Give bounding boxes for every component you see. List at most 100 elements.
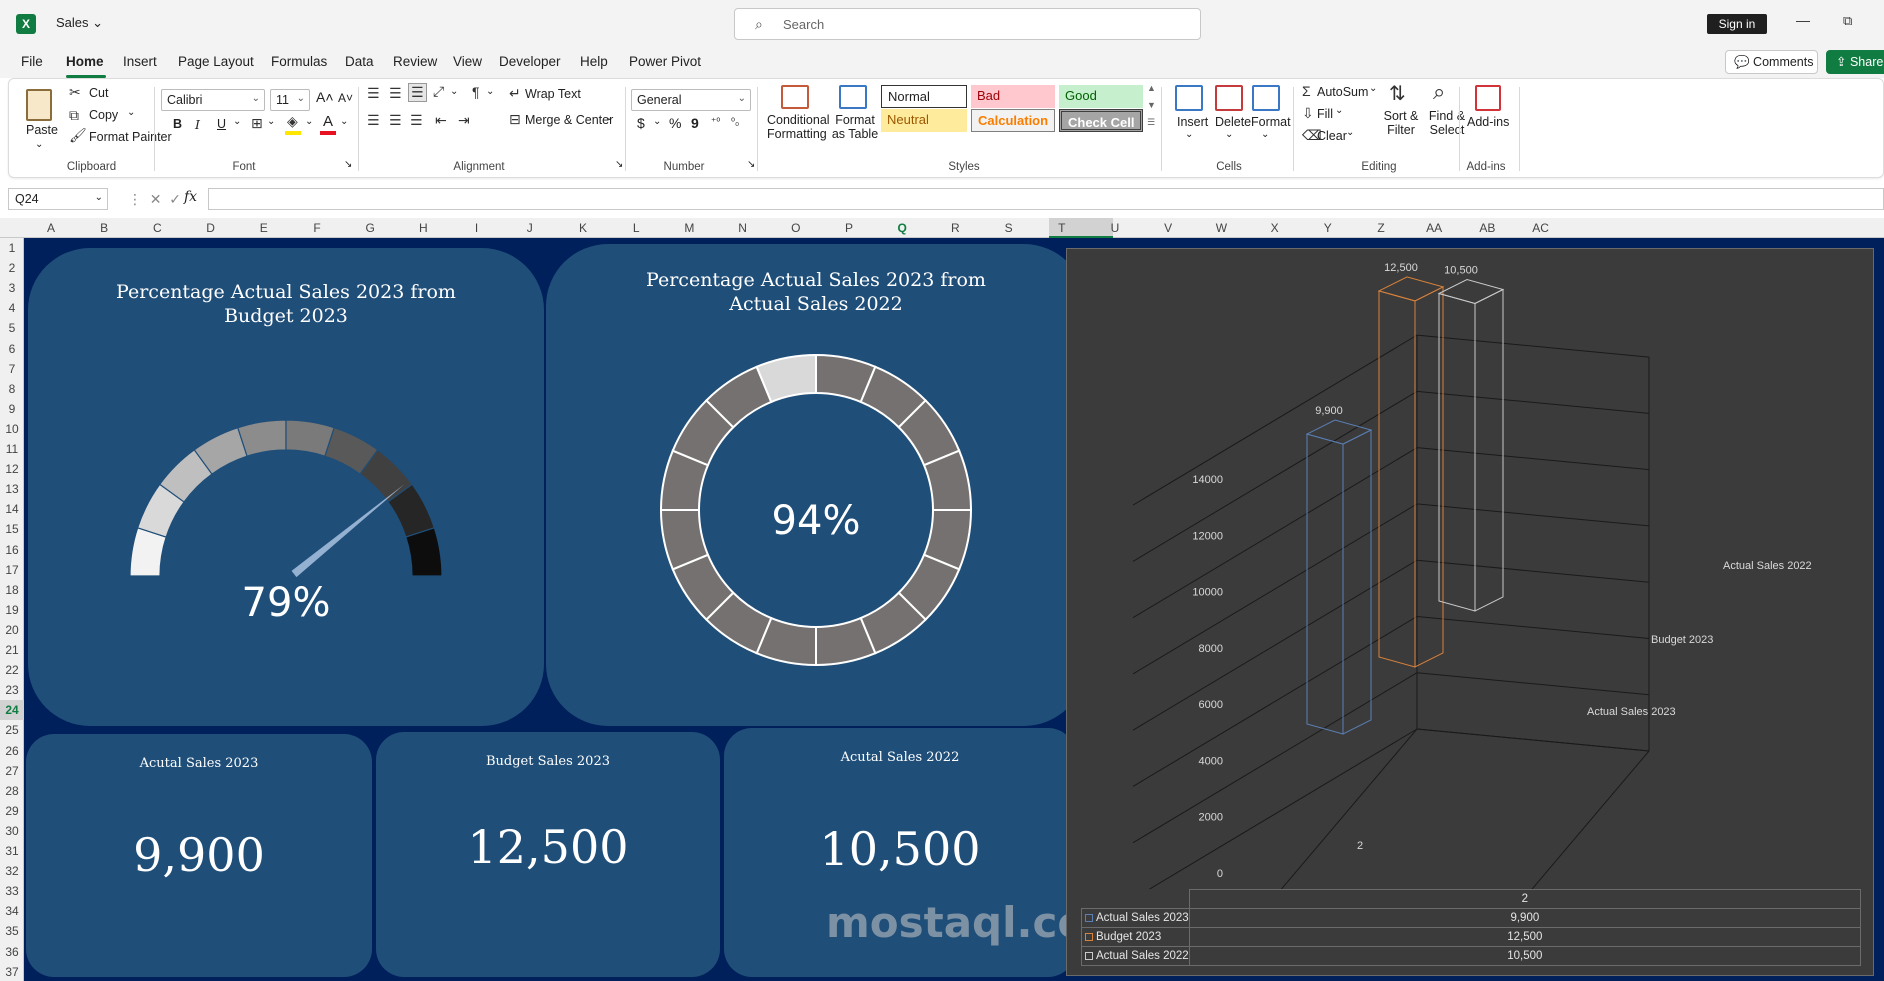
format-cells-button[interactable]: Format [1251,115,1291,129]
italic-button[interactable]: I [195,117,200,132]
increase-font-icon[interactable]: A˄ [316,89,334,105]
document-title[interactable]: Sales ⌄ [56,15,103,31]
tab-page-layout[interactable]: Page Layout [178,54,254,69]
tab-developer[interactable]: Developer [499,54,561,69]
text-direction-dropdown-icon[interactable]: ⌄ [486,86,494,97]
wrap-text-button[interactable]: Wrap Text [525,87,581,101]
row-header-12[interactable]: 12 [0,459,24,479]
row-header-10[interactable]: 10 [0,419,24,439]
styles-scroll-down-icon[interactable]: ▼ [1147,100,1156,110]
styles-scroll-up-icon[interactable]: ▲ [1147,83,1156,93]
style-normal[interactable]: Normal [881,85,967,108]
text-direction-icon[interactable]: ¶ [472,84,480,100]
tab-insert[interactable]: Insert [123,54,157,69]
row-header-30[interactable]: 30 [0,821,24,841]
align-bottom-icon[interactable]: ☰ [408,83,427,102]
underline-button[interactable]: U [217,117,226,131]
align-top-icon[interactable]: ☰ [367,85,380,102]
increase-decimal-icon[interactable]: ⁺⁰ [711,117,720,128]
orientation-dropdown-icon[interactable]: ⌄ [450,86,458,97]
row-header-15[interactable]: 15 [0,519,24,539]
fill-color-icon[interactable]: ◈ [287,113,298,130]
row-header-37[interactable]: 37 [0,962,24,981]
clear-dropdown-icon[interactable]: ⌄ [1346,127,1354,138]
increase-indent-icon[interactable]: ⇥ [458,112,470,129]
currency-dropdown-icon[interactable]: ⌄ [653,116,661,127]
currency-button[interactable]: $ [637,115,645,131]
row-header-27[interactable]: 27 [0,761,24,781]
row-header-9[interactable]: 9 [0,399,24,419]
gauge-panel[interactable]: Percentage Actual Sales 2023 from Budget… [28,248,544,726]
borders-icon[interactable]: ⊞ [251,115,263,132]
tab-view[interactable]: View [453,54,482,69]
row-header-1[interactable]: 1 [0,238,24,258]
borders-dropdown-icon[interactable]: ⌄ [267,116,275,127]
clear-button[interactable]: Clear [1317,129,1347,143]
delete-cells-button[interactable]: Delete [1215,115,1251,129]
orientation-icon[interactable]: ⤢ [433,83,444,100]
row-header-3[interactable]: 3 [0,278,24,298]
row-header-34[interactable]: 34 [0,901,24,921]
row-header-36[interactable]: 36 [0,942,24,962]
tab-review[interactable]: Review [393,54,437,69]
row-header-2[interactable]: 2 [0,258,24,278]
row-header-20[interactable]: 20 [0,620,24,640]
cut-button[interactable]: Cut [89,86,108,100]
formula-input[interactable] [208,188,1884,210]
row-header-25[interactable]: 25 [0,720,24,740]
row-header-19[interactable]: 19 [0,600,24,620]
conditional-formatting-button[interactable]: Conditional Formatting [767,113,830,141]
fill-dropdown-icon[interactable]: ⌄ [1335,105,1343,116]
donut-panel[interactable]: Percentage Actual Sales 2023 from Actual… [546,244,1086,726]
tab-formulas[interactable]: Formulas [271,54,327,69]
row-header-5[interactable]: 5 [0,318,24,338]
tab-power-pivot[interactable]: Power Pivot [629,54,701,69]
style-neutral[interactable]: Neutral [881,109,967,132]
fill-button[interactable]: Fill [1317,107,1333,121]
row-header-7[interactable]: 7 [0,359,24,379]
row-header-14[interactable]: 14 [0,499,24,519]
bar-actual-sales-2022[interactable]: 10,500 [1437,265,1505,612]
format-painter-button[interactable]: Format Painter [89,130,172,144]
number-dialog-launcher-icon[interactable]: ↘ [747,159,755,170]
font-dialog-launcher-icon[interactable]: ↘ [344,159,352,170]
paste-dropdown-icon[interactable]: ⌄ [35,139,43,150]
row-header-6[interactable]: 6 [0,339,24,359]
row-header-13[interactable]: 13 [0,479,24,499]
row-header-4[interactable]: 4 [0,298,24,318]
row-header-26[interactable]: 26 [0,741,24,761]
format-dropdown-icon[interactable]: ⌄ [1261,129,1269,140]
sign-in-button[interactable]: Sign in [1707,14,1767,34]
sort-filter-button[interactable]: Sort & Filter [1381,109,1421,137]
paste-icon[interactable] [26,89,52,121]
style-bad[interactable]: Bad [971,85,1055,108]
format-as-table-button[interactable]: Format as Table [827,113,883,141]
align-left-icon[interactable]: ☰ [367,112,380,129]
find-select-button[interactable]: Find & Select [1425,109,1469,137]
tab-help[interactable]: Help [580,54,608,69]
number-format-select[interactable]: General ⌄ [631,89,751,111]
insert-function-button[interactable]: fx [184,189,197,205]
autosum-dropdown-icon[interactable]: ⌄ [1369,83,1377,94]
style-calculation[interactable]: Calculation [971,109,1055,132]
row-header-17[interactable]: 17 [0,560,24,580]
row-header-28[interactable]: 28 [0,781,24,801]
style-check-cell[interactable]: Check Cell [1059,109,1143,132]
row-header-23[interactable]: 23 [0,680,24,700]
sales-3d-column-chart[interactable]: 0 2000 4000 6000 8000 10000 12000 14000 9,900 Act… [1066,248,1874,976]
align-center-icon[interactable]: ☰ [389,112,402,129]
row-header-21[interactable]: 21 [0,640,24,660]
row-header-33[interactable]: 33 [0,881,24,901]
tab-data[interactable]: Data [345,54,374,69]
autosum-button[interactable]: AutoSum [1317,85,1368,99]
font-color-dropdown-icon[interactable]: ⌄ [340,116,348,127]
name-box[interactable]: Q24 ⌄ [8,188,108,210]
kpi-card-budget-2023[interactable]: Budget Sales 2023 12,500 [376,732,720,977]
merge-center-button[interactable]: Merge & Center [525,113,613,127]
bold-button[interactable]: B [173,117,182,131]
comments-button[interactable]: 💬 Comments [1725,50,1818,74]
row-header-31[interactable]: 31 [0,841,24,861]
merge-dropdown-icon[interactable]: ⌄ [605,112,613,123]
delete-dropdown-icon[interactable]: ⌄ [1225,129,1233,140]
fill-color-dropdown-icon[interactable]: ⌄ [305,116,313,127]
